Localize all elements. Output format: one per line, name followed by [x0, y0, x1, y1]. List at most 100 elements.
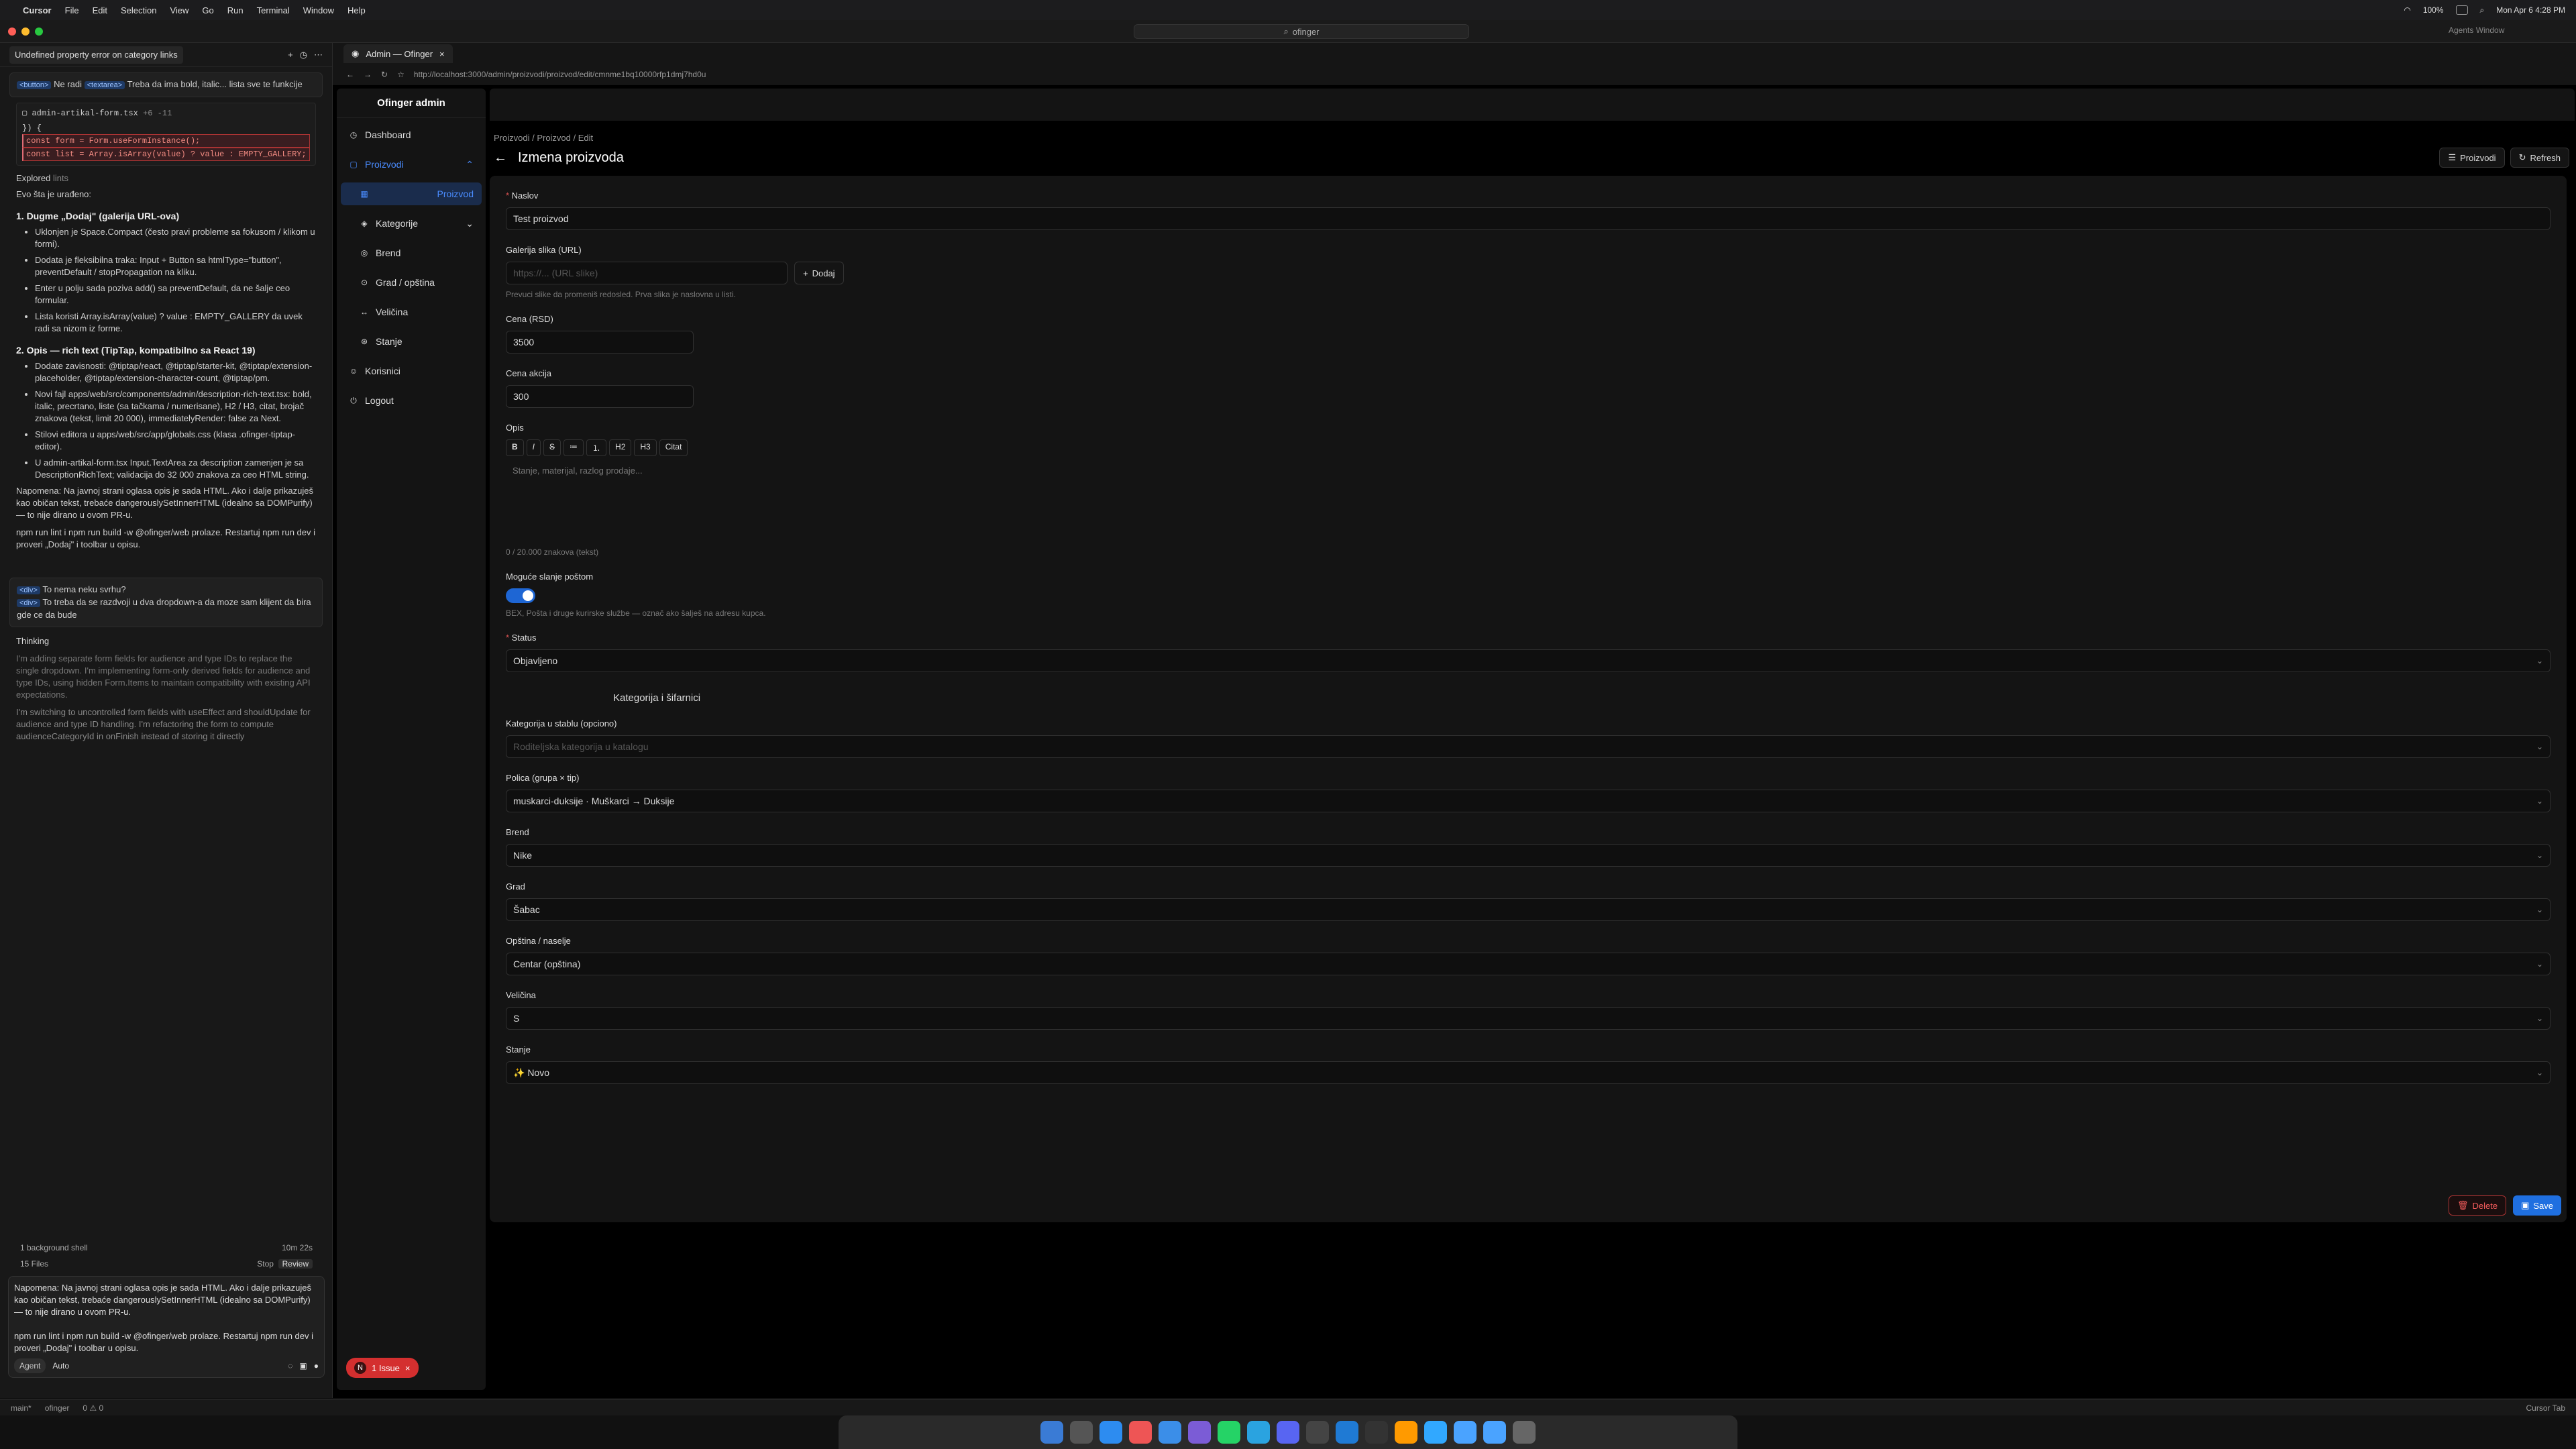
menu-run[interactable]: Run: [227, 5, 244, 15]
close-tab-icon[interactable]: ×: [439, 49, 445, 59]
nav-dashboard[interactable]: ◷ Dashboard: [341, 123, 482, 146]
bold-button[interactable]: B: [506, 439, 524, 456]
close-icon[interactable]: ×: [405, 1363, 411, 1373]
clock[interactable]: Mon Apr 6 4:28 PM: [2496, 5, 2565, 15]
bookmark-icon[interactable]: ☆: [397, 70, 405, 79]
code-diff-block[interactable]: ▢ admin-artikal-form.tsx +6 -11 }) { con…: [16, 103, 316, 166]
mail-icon[interactable]: [1159, 1421, 1181, 1444]
launchpad-icon[interactable]: [1070, 1421, 1093, 1444]
stanje-select[interactable]: ✨ Novo ⌄: [506, 1061, 2551, 1084]
opis-editor[interactable]: Stanje, materijal, razlog prodaje...: [506, 462, 2551, 542]
refresh-button[interactable]: ↻ Refresh: [2510, 148, 2569, 168]
telegram-icon[interactable]: [1247, 1421, 1270, 1444]
context-chip[interactable]: <button>: [17, 81, 52, 89]
cursor-tab-status[interactable]: Cursor Tab: [2526, 1403, 2565, 1413]
illustrator-icon[interactable]: [1395, 1421, 1417, 1444]
bullet-list-button[interactable]: ≔: [564, 439, 584, 456]
grad-select[interactable]: Šabac ⌄: [506, 898, 2551, 921]
quote-button[interactable]: Citat: [659, 439, 688, 456]
ordered-list-button[interactable]: ⒈: [586, 439, 607, 456]
agent-mode-select[interactable]: Agent: [14, 1358, 46, 1373]
akcija-input[interactable]: 300: [506, 385, 694, 408]
spotlight-icon[interactable]: ⌕: [2480, 5, 2485, 15]
model-select[interactable]: Auto: [52, 1360, 69, 1372]
crumb-proizvodi[interactable]: Proizvodi: [494, 133, 529, 143]
back-arrow-icon[interactable]: ←: [494, 150, 507, 166]
folder-icon[interactable]: [1454, 1421, 1477, 1444]
send-icon[interactable]: ●: [314, 1360, 319, 1372]
user-message-2[interactable]: <div> To nema neku svrhu? <div> To treba…: [9, 578, 323, 627]
issue-badge[interactable]: N 1 Issue ×: [346, 1358, 419, 1378]
more-icon[interactable]: ⋯: [314, 49, 323, 61]
back-icon[interactable]: ←: [346, 70, 354, 79]
browser-tab[interactable]: ◉ Admin — Ofinger ×: [343, 44, 453, 63]
nav-kategorije[interactable]: ◈ Kategorije ⌄: [341, 212, 482, 235]
viber-icon[interactable]: [1188, 1421, 1211, 1444]
nav-logout[interactable]: ⏻ Logout: [341, 389, 482, 412]
git-branch[interactable]: main*: [11, 1403, 32, 1413]
nav-grad[interactable]: ⊙ Grad / opština: [341, 271, 482, 294]
review-button[interactable]: Review: [278, 1259, 313, 1269]
menu-help[interactable]: Help: [347, 5, 366, 15]
problems-count[interactable]: 0 ⚠ 0: [83, 1403, 103, 1413]
context-chip[interactable]: <div>: [17, 599, 40, 607]
minimize-window-button[interactable]: [21, 27, 30, 36]
context-chip[interactable]: <div>: [17, 586, 40, 594]
dodaj-button[interactable]: + Dodaj: [794, 262, 844, 284]
stop-button[interactable]: Stop: [257, 1259, 274, 1269]
crumb-proizvod[interactable]: Proizvod: [537, 133, 571, 143]
agents-window-link[interactable]: Agents Window: [2449, 25, 2504, 35]
nav-stanje[interactable]: ⊛ Stanje: [341, 330, 482, 353]
strike-button[interactable]: S: [543, 439, 561, 456]
terminal-icon[interactable]: [1306, 1421, 1329, 1444]
cena-input[interactable]: 3500: [506, 331, 694, 354]
composer-text[interactable]: Napomena: Na javnoj strani oglasa opis j…: [14, 1282, 319, 1354]
trash-icon[interactable]: [1513, 1421, 1536, 1444]
files-row[interactable]: 15 Files Stop Review: [0, 1256, 333, 1272]
wifi-icon[interactable]: ◠: [2404, 5, 2410, 15]
whatsapp-icon[interactable]: [1218, 1421, 1240, 1444]
menu-go[interactable]: Go: [202, 5, 213, 15]
nav-proizvodi[interactable]: ▢ Proizvodi ⌃: [341, 153, 482, 176]
italic-button[interactable]: I: [526, 439, 541, 456]
photoshop-icon[interactable]: [1424, 1421, 1447, 1444]
nav-brend[interactable]: ◎ Brend: [341, 241, 482, 264]
opstina-select[interactable]: Centar (opština) ⌄: [506, 953, 2551, 975]
posta-toggle[interactable]: [506, 588, 535, 603]
command-search[interactable]: ⌕ ofinger: [1134, 24, 1469, 39]
h3-button[interactable]: H3: [634, 439, 657, 456]
new-chat-icon[interactable]: +: [288, 49, 293, 61]
h2-button[interactable]: H2: [609, 439, 632, 456]
user-message[interactable]: <button> Ne radi <textarea> Treba da ima…: [9, 72, 323, 97]
finder-icon[interactable]: [1040, 1421, 1063, 1444]
menu-terminal[interactable]: Terminal: [257, 5, 290, 15]
discord-icon[interactable]: [1277, 1421, 1299, 1444]
status-select[interactable]: Objavljeno ⌄: [506, 649, 2551, 672]
nav-proizvod[interactable]: ▦ Proizvod: [341, 182, 482, 205]
project-name[interactable]: ofinger: [45, 1403, 70, 1413]
delete-button[interactable]: 🗑 Delete: [2448, 1195, 2507, 1216]
cursor-icon[interactable]: [1365, 1421, 1388, 1444]
menu-view[interactable]: View: [170, 5, 189, 15]
save-button[interactable]: ▣ Save: [2513, 1195, 2561, 1216]
zoom-window-button[interactable]: [35, 27, 43, 36]
chrome-icon[interactable]: [1129, 1421, 1152, 1444]
chat-tab-title[interactable]: Undefined property error on category lin…: [9, 46, 183, 64]
menu-edit[interactable]: Edit: [93, 5, 107, 15]
naslov-input[interactable]: Test proizvod: [506, 207, 2551, 230]
velicina-select[interactable]: S ⌄: [506, 1007, 2551, 1030]
menu-window[interactable]: Window: [303, 5, 334, 15]
menu-file[interactable]: File: [65, 5, 79, 15]
nav-velicina[interactable]: ↔ Veličina: [341, 301, 482, 323]
url-field[interactable]: http://localhost:3000/admin/proizvodi/pr…: [414, 70, 706, 79]
polica-select[interactable]: muskarci-duksije · Muškarci → Duksije ⌄: [506, 790, 2551, 812]
kategorija-select[interactable]: Roditeljska kategorija u katalogu ⌄: [506, 735, 2551, 758]
close-window-button[interactable]: [8, 27, 16, 36]
context-chip[interactable]: <textarea>: [84, 81, 125, 89]
chat-composer[interactable]: Napomena: Na javnoj strani oglasa opis j…: [8, 1276, 325, 1378]
history-icon[interactable]: ◷: [300, 49, 307, 61]
galerija-url-input[interactable]: https://... (URL slike): [506, 262, 788, 284]
battery-icon[interactable]: [2455, 5, 2468, 15]
menu-selection[interactable]: Selection: [121, 5, 156, 15]
vscode-icon[interactable]: [1336, 1421, 1358, 1444]
